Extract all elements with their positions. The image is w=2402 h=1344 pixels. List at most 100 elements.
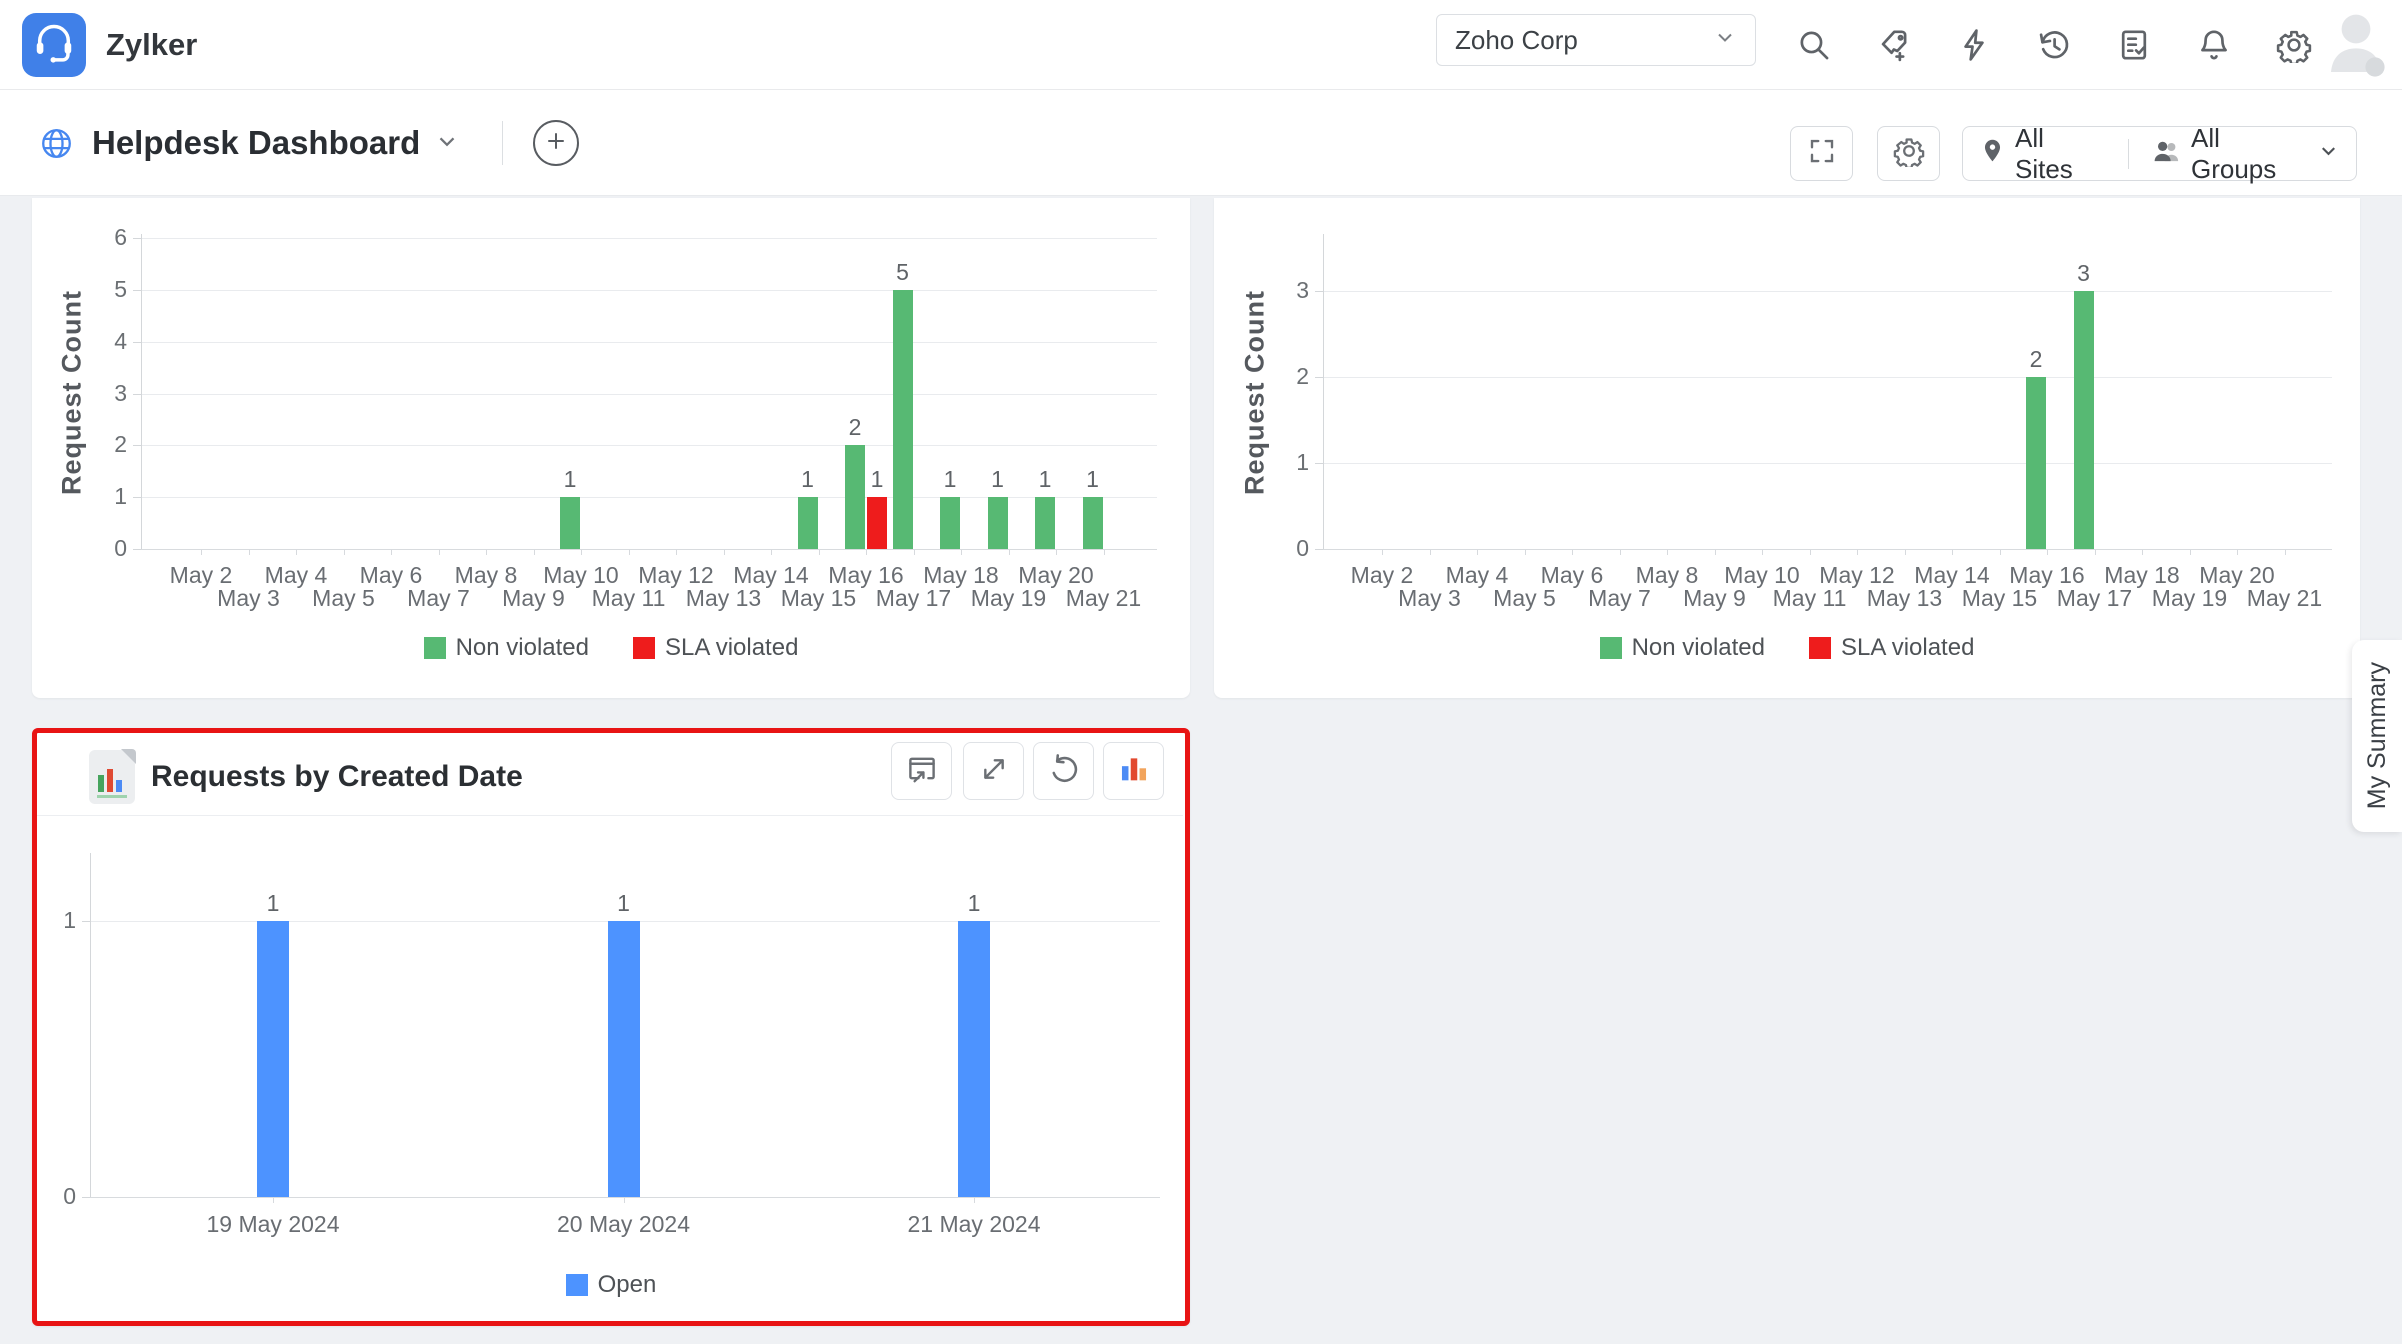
- x-tick: [771, 549, 772, 555]
- x-tick: [2142, 549, 2143, 555]
- bar-non-violated-may-19[interactable]: [988, 497, 1008, 549]
- gridline-y3: [141, 394, 1157, 395]
- x-tick: [624, 1197, 625, 1203]
- card-header: Requests by Created Date: [89, 747, 523, 807]
- bar-non-violated-may-15[interactable]: [798, 497, 818, 549]
- org-selector-value: Zoho Corp: [1455, 25, 1578, 56]
- people-icon: [2151, 135, 2182, 173]
- fullscreen-button[interactable]: [1790, 126, 1853, 181]
- y-tick: [133, 549, 141, 550]
- bar-value-label: 1: [594, 890, 654, 917]
- present-button[interactable]: [891, 742, 952, 800]
- card-title: Requests by Created Date: [151, 760, 523, 794]
- bar-non-violated-may-10[interactable]: [560, 497, 580, 549]
- expand-button[interactable]: [963, 742, 1024, 800]
- plus-icon: [544, 129, 568, 158]
- x-tick: [1525, 549, 1526, 555]
- bar-value-label: 5: [873, 259, 933, 286]
- feedback-icon[interactable]: [2116, 27, 2152, 63]
- lightning-icon[interactable]: [1956, 27, 1992, 63]
- y-tick-label: 4: [67, 328, 127, 355]
- requests-by-created-date-card: Requests by Created Date: [32, 728, 1190, 1326]
- report-chart-icon: [89, 750, 135, 804]
- refresh-button[interactable]: [1033, 742, 1094, 800]
- y-tick: [133, 497, 141, 498]
- avatar[interactable]: [2324, 8, 2390, 78]
- bar-value-label: 1: [540, 466, 600, 493]
- legend-item-sla-violated[interactable]: SLA violated: [633, 634, 798, 662]
- dashboard-title[interactable]: Helpdesk Dashboard: [92, 90, 460, 196]
- x-tick: [581, 549, 582, 555]
- org-selector[interactable]: Zoho Corp: [1436, 14, 1756, 66]
- scope-filter-group: All Sites All Groups: [1962, 126, 2357, 181]
- bar-non-violated-may-17[interactable]: [2074, 291, 2094, 549]
- notifications-icon[interactable]: [2196, 27, 2232, 63]
- x-tick: [486, 549, 487, 555]
- x-tick: [866, 549, 867, 555]
- bar-open-19-may-2024[interactable]: [257, 921, 289, 1197]
- legend-label: Non violated: [456, 634, 589, 662]
- sla-chart-card-left: Request Count0123456May 2May 3May 4May 5…: [32, 198, 1190, 698]
- gear-icon: [1893, 135, 1925, 172]
- gridline-y0: [141, 549, 1157, 550]
- y-tick: [1315, 549, 1323, 550]
- bar-open-21-may-2024[interactable]: [958, 921, 990, 1197]
- x-tick: [629, 549, 630, 555]
- x-tick: [2190, 549, 2191, 555]
- bar-value-label: 1: [243, 890, 303, 917]
- y-tick: [1315, 291, 1323, 292]
- settings-icon[interactable]: [2276, 27, 2312, 63]
- legend-label: Open: [598, 1271, 657, 1299]
- x-tick: [1056, 549, 1057, 555]
- my-summary-tab[interactable]: My Summary: [2352, 640, 2402, 832]
- header-divider: [502, 121, 503, 165]
- legend-item-open[interactable]: Open: [566, 1271, 657, 1299]
- legend-item-non-violated[interactable]: Non violated: [424, 634, 589, 662]
- chart-type-button[interactable]: [1103, 742, 1164, 800]
- y-tick-label: 3: [67, 380, 127, 407]
- add-dashboard-button[interactable]: [533, 120, 579, 166]
- y-tick-label: 3: [1249, 277, 1309, 304]
- search-icon[interactable]: [1796, 27, 1832, 63]
- gridline-y3: [1323, 291, 2332, 292]
- legend-swatch: [1600, 637, 1622, 659]
- gridline-y0: [90, 1197, 1160, 1198]
- x-tick: [1667, 549, 1668, 555]
- x-tick: [1857, 549, 1858, 555]
- bar-non-violated-may-17[interactable]: [893, 290, 913, 549]
- zylker-logo[interactable]: [22, 13, 86, 77]
- bar-non-violated-may-18[interactable]: [940, 497, 960, 549]
- groups-filter[interactable]: All Groups: [2151, 123, 2340, 185]
- bar-value-label: 2: [825, 414, 885, 441]
- legend-item-non-violated[interactable]: Non violated: [1600, 634, 1765, 662]
- legend-item-sla-violated[interactable]: SLA violated: [1809, 634, 1974, 662]
- history-icon[interactable]: [2036, 27, 2072, 63]
- bar-non-violated-may-16[interactable]: [845, 445, 865, 549]
- bar-non-violated-may-20[interactable]: [1035, 497, 1055, 549]
- y-tick-label: 5: [67, 276, 127, 303]
- y-tick-label: 0: [67, 535, 127, 562]
- x-tick: [1715, 549, 1716, 555]
- chevron-down-icon: [1713, 25, 1737, 56]
- x-tick: [1382, 549, 1383, 555]
- x-tick: [1430, 549, 1431, 555]
- x-tick: [1905, 549, 1906, 555]
- bar-non-violated-may-16[interactable]: [2026, 377, 2046, 549]
- y-axis-line: [90, 853, 91, 1197]
- x-tick: [344, 549, 345, 555]
- y-tick: [133, 394, 141, 395]
- bar-non-violated-may-21[interactable]: [1083, 497, 1103, 549]
- chart-type-icon: [1117, 752, 1151, 791]
- x-tick: [1104, 549, 1105, 555]
- sites-filter[interactable]: All Sites: [1979, 123, 2106, 185]
- y-tick: [133, 445, 141, 446]
- y-tick: [82, 1197, 90, 1198]
- bar-sla-violated-may-16[interactable]: [867, 497, 887, 549]
- bar-open-20-may-2024[interactable]: [608, 921, 640, 1197]
- dashboard-settings-button[interactable]: [1877, 126, 1940, 181]
- bar-value-label: 1: [778, 466, 838, 493]
- x-tick: [1572, 549, 1573, 555]
- y-tick: [1315, 463, 1323, 464]
- ticket-add-icon[interactable]: [1876, 27, 1912, 63]
- y-axis-line: [1323, 234, 1324, 549]
